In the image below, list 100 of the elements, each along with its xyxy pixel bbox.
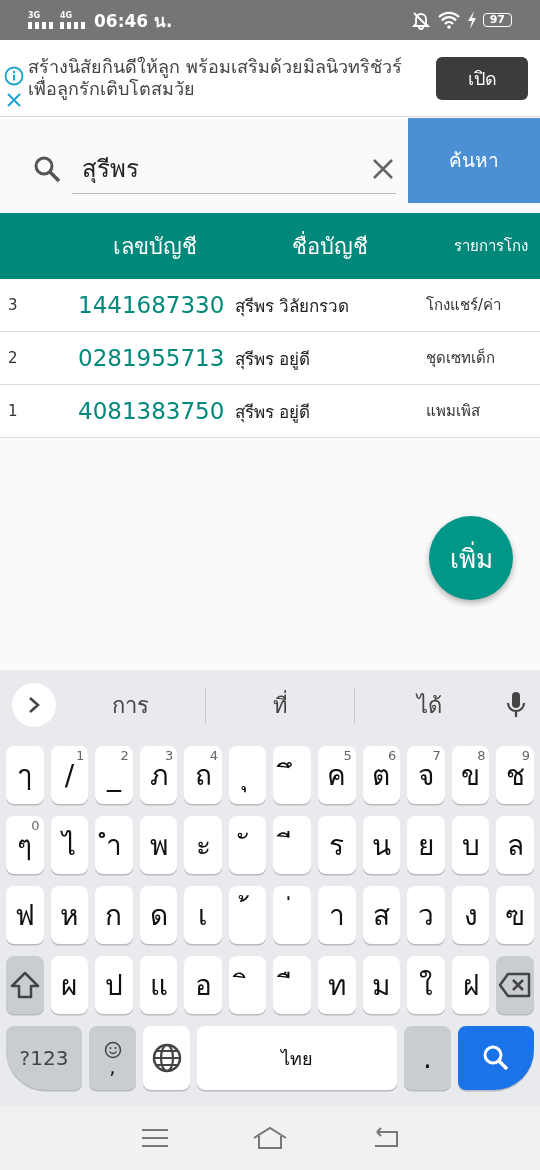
account-number: 0281955713 <box>77 345 226 371</box>
keyboard-key[interactable]: ๅ <box>6 746 44 804</box>
keyboard-key[interactable]: แ <box>139 956 178 1014</box>
keyboard-key[interactable]: ส <box>362 886 401 944</box>
symbols-key[interactable]: ?123 <box>6 1026 82 1090</box>
clock: 06:46 น. <box>94 9 173 33</box>
home-icon[interactable] <box>252 1126 288 1150</box>
emoji-key[interactable]: , <box>89 1026 136 1090</box>
language-key[interactable] <box>143 1026 190 1090</box>
shift-icon <box>8 970 41 1000</box>
account-name: สุรีพร อยู่ดี <box>235 400 312 425</box>
info-icon[interactable] <box>4 66 24 86</box>
charging-icon <box>466 11 477 29</box>
backspace-key[interactable] <box>496 956 534 1014</box>
signal-icon <box>60 20 86 29</box>
keyboard-key[interactable]: ย <box>407 816 445 874</box>
key-hint: 6 <box>387 748 397 763</box>
keyboard-key[interactable]: ิ <box>228 956 267 1014</box>
table-row[interactable]: 1 4081383750 สุรีพร อยู่ดี แพมเพิส <box>0 385 540 438</box>
key-hint: 0 <box>31 818 40 833</box>
keyboard-key[interactable]: ม <box>362 956 401 1014</box>
keyboard-key[interactable]: ค 5 <box>318 746 356 804</box>
keyboard-key[interactable]: ื <box>273 956 312 1014</box>
keyboard-key[interactable]: ะ <box>184 816 222 874</box>
expand-button[interactable] <box>12 683 56 727</box>
keyboard-key[interactable]: ว <box>407 886 445 944</box>
smiley-icon <box>103 1041 122 1059</box>
keyboard-key[interactable]: _ 2 <box>95 746 133 804</box>
battery-level: 97 <box>482 13 512 27</box>
key-hint: 4 <box>209 748 218 763</box>
keyboard-key[interactable]: ใ <box>407 956 445 1014</box>
keyboard-key[interactable]: ึ <box>273 746 312 804</box>
key-hint: 2 <box>120 748 129 763</box>
keyboard-key[interactable]: ต 6 <box>362 746 401 804</box>
keyboard-key[interactable]: ท <box>318 956 356 1014</box>
keyboard-key[interactable]: ุ <box>228 746 267 804</box>
key-hint: 9 <box>521 748 530 763</box>
keyboard-key[interactable]: า <box>318 886 356 944</box>
bell-off-icon <box>410 10 431 30</box>
keyboard-key[interactable]: ข 8 <box>451 746 490 804</box>
keyboard-key[interactable]: ถ 4 <box>184 746 222 804</box>
keyboard-key[interactable]: ภ 3 <box>139 746 178 804</box>
key-hint: 8 <box>477 748 486 763</box>
account-name: สุรีพร อยู่ดี <box>235 347 312 372</box>
keyboard-key[interactable]: อ <box>184 956 222 1014</box>
suggestion[interactable]: ที่ <box>205 685 355 725</box>
suggestion[interactable]: ได้ <box>355 685 504 725</box>
column-header: เลขบัญชี <box>112 232 198 261</box>
keyboard-key[interactable]: ่ <box>273 886 312 944</box>
signal-icon <box>28 20 54 29</box>
table-row[interactable]: 2 0281955713 สุรีพร อยู่ดี ชุดเซทเด็ก <box>0 332 540 385</box>
fraud-item: ชุดเซทเด็ก <box>425 347 496 370</box>
column-header: รายการโกง <box>453 236 529 257</box>
keyboard-key[interactable]: ๆ 0 <box>6 816 44 874</box>
fraud-item: แพมเพิส <box>425 401 481 422</box>
keyboard-key[interactable]: ผ <box>50 956 89 1014</box>
microphone-icon[interactable] <box>504 690 528 720</box>
keyboard-key[interactable]: ำ <box>95 816 133 874</box>
period-key[interactable]: . <box>404 1026 451 1090</box>
space-key[interactable]: ไทย <box>197 1026 397 1090</box>
keyboard-key[interactable]: ไ <box>50 816 89 874</box>
keyboard-key[interactable]: ง <box>451 886 490 944</box>
menu-icon[interactable] <box>141 1128 170 1148</box>
keyboard-key[interactable]: ก <box>95 886 133 944</box>
keyboard-key[interactable]: ช 9 <box>496 746 534 804</box>
globe-icon <box>150 1042 183 1074</box>
fraud-item: โกงแชร์/ค่า <box>425 295 503 316</box>
key-hint: 1 <box>75 748 85 763</box>
keyboard-key[interactable]: ฃ <box>496 886 534 944</box>
suggestion[interactable]: การ <box>56 685 205 725</box>
keyboard-key[interactable]: จ 7 <box>407 746 445 804</box>
ad-text: สร้างนิสัยกินดีให้ลูก พร้อมเสริมด้วยมิลนิวทริชัวร์เพื่อลูกรักเติบโตสมวัย <box>28 56 403 100</box>
keyboard-key[interactable]: ด <box>139 886 178 944</box>
open-button[interactable]: เปิด <box>436 56 528 100</box>
keyboard-key[interactable]: เ <box>184 886 222 944</box>
keyboard-key[interactable]: บ <box>451 816 490 874</box>
search-field[interactable]: สุรีพร <box>72 154 370 183</box>
keyboard-key[interactable]: ฟ <box>6 886 44 944</box>
row-number: 3 <box>7 296 19 314</box>
add-button[interactable]: เพิ่ม <box>429 516 513 600</box>
keyboard-key[interactable]: พ <box>139 816 178 874</box>
backspace-icon <box>498 972 533 998</box>
key-hint: 3 <box>165 748 174 763</box>
search-key[interactable] <box>458 1026 534 1090</box>
table-row[interactable]: 3 1441687330 สุรีพร วิลัยกรวด โกงแชร์/ค่า <box>0 279 540 332</box>
shift-key[interactable] <box>6 956 44 1014</box>
account-number: 1441687330 <box>77 292 226 318</box>
column-header: ชื่อบัญชี <box>291 230 369 261</box>
keyboard-key[interactable]: น <box>362 816 401 874</box>
keyboard-key[interactable]: ป <box>95 956 133 1014</box>
row-number: 2 <box>7 349 19 367</box>
keyboard-key[interactable]: / 1 <box>50 746 89 804</box>
keyboard-key[interactable]: ฝ <box>451 956 490 1014</box>
close-icon[interactable] <box>6 92 22 108</box>
keyboard-key[interactable]: ้ <box>228 886 267 944</box>
keyboard-key[interactable]: ั <box>228 816 267 874</box>
keyboard-key[interactable]: ร <box>318 816 356 874</box>
keyboard-key[interactable]: ี <box>273 816 312 874</box>
keyboard-key[interactable]: ห <box>50 886 89 944</box>
keyboard-key[interactable]: ล <box>496 816 534 874</box>
